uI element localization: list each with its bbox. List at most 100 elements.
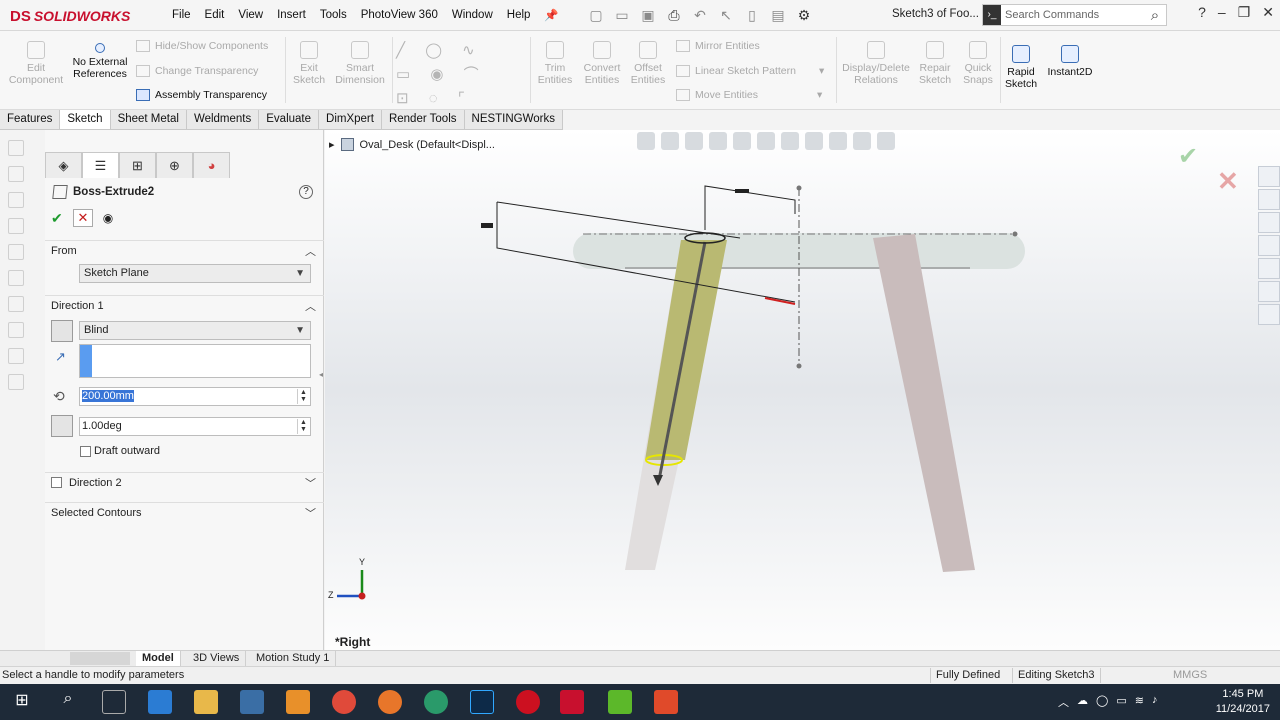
solidworks-taskbar-icon[interactable] [560,690,584,714]
sketch-point[interactable] [1012,231,1018,237]
boundary-boss-icon[interactable] [8,244,24,260]
trim-entities-button[interactable]: Trim Entities [534,41,576,86]
design-library-icon[interactable] [1258,189,1280,210]
firefox-icon[interactable] [378,690,402,714]
wrap-icon[interactable] [8,348,24,364]
menu-edit[interactable]: Edit [198,9,232,21]
change-transparency-button[interactable]: Change Transparency [136,65,258,77]
dimxpert-manager-tab[interactable]: ⊕ [156,152,193,178]
unit-system[interactable]: MMGS [1173,669,1207,681]
tray-app-icon[interactable]: ◯ [1096,694,1108,710]
custom-properties-icon[interactable] [1258,281,1280,302]
help-icon[interactable]: ? [1198,4,1206,21]
clock[interactable]: 1:45 PM 11/24/2017 [1216,687,1270,717]
options-icon[interactable]: ⚙ [793,5,815,25]
tab-scroll-arrows[interactable] [70,652,130,665]
direction-selection-box[interactable] [79,344,311,378]
expand-icon[interactable]: ﹀ [305,505,316,521]
store-icon[interactable] [240,690,264,714]
view-palette-icon[interactable] [1258,235,1280,256]
sketch-line[interactable] [496,201,741,239]
no-external-references-button[interactable]: No External References [70,43,130,80]
quick-snaps-button[interactable]: Quick Snaps [960,41,996,86]
display-manager-tab[interactable]: ◕ [193,152,230,178]
selected-contours-header[interactable]: Selected Contours ﹀ [45,502,324,522]
ok-check-icon[interactable]: ✔ [51,210,67,227]
menu-file[interactable]: File [165,9,198,21]
rib-icon[interactable] [8,322,24,338]
sublime-icon[interactable] [286,690,310,714]
extruded-boss-icon[interactable] [8,140,24,156]
file-explorer-icon[interactable] [1258,212,1280,233]
appearances-icon[interactable] [1258,258,1280,279]
chrome-icon[interactable] [332,690,356,714]
preview-eye-icon[interactable]: ◉ [99,211,117,225]
smart-dimension-button[interactable]: Smart Dimension [332,41,388,86]
help-icon[interactable]: ? [299,185,313,199]
depth-input[interactable]: 200.00mm ▲ ▼ [79,387,311,406]
collapse-icon[interactable]: ︿ [305,298,316,314]
menu-tools[interactable]: Tools [313,9,354,21]
draft-outward-checkbox[interactable] [80,446,91,457]
search-input[interactable]: Search Commands [1001,9,1144,21]
dropdown-arrow-icon[interactable]: ▾ [817,89,822,101]
reverse-direction-icon[interactable] [51,320,73,342]
edge-icon[interactable] [148,690,172,714]
move-entities-button[interactable]: Move Entities ▾ [676,89,822,101]
opera-icon[interactable] [516,690,540,714]
volume-icon[interactable]: ♪ [1152,694,1158,710]
edit-component-button[interactable]: Edit Component [6,41,66,86]
onedrive-icon[interactable]: ☁ [1077,694,1088,710]
rebuild-icon[interactable]: ▯ [741,5,763,25]
file-explorer-icon[interactable] [194,690,218,714]
instant2d-button[interactable]: Instant2D [1043,45,1097,78]
sketch-entities-group[interactable]: ╱ ◯ ∿ ▭ ◉ ⌒ ⊡ ◌ ⌜ [396,39,526,107]
search-commands[interactable]: ›_ Search Commands ⌕ [982,4,1167,26]
collapse-icon[interactable]: ︿ [305,243,316,259]
fillet-icon[interactable] [8,270,24,286]
tab-render-tools[interactable]: Render Tools [382,110,465,129]
display-delete-relations-button[interactable]: Display/Delete Relations [840,41,912,86]
mirror-entities-button[interactable]: Mirror Entities [676,40,760,52]
task-view-icon[interactable] [102,690,126,714]
print-icon[interactable]: ⎙ [663,5,685,25]
swept-boss-icon[interactable] [8,192,24,208]
pin-icon[interactable]: 📌 [537,8,565,22]
dropdown-arrow-icon[interactable]: ▾ [819,65,824,77]
wifi-icon[interactable]: ≋ [1135,694,1144,710]
menu-help[interactable]: Help [500,9,538,21]
tray-box-icon[interactable]: ▭ [1116,694,1126,710]
confirm-ok-icon[interactable]: ✔ [1178,142,1198,171]
photoshop-icon[interactable] [470,690,494,714]
end-condition-select[interactable]: Blind ▼ [79,321,311,340]
expand-icon[interactable]: ﹀ [305,475,316,491]
menu-insert[interactable]: Insert [270,9,313,21]
tab-nestingworks[interactable]: NESTINGWorks [465,110,564,129]
tab-dimxpert[interactable]: DimXpert [319,110,382,129]
restore-button[interactable]: ❐ [1238,4,1251,21]
file-properties-icon[interactable]: ▤ [767,5,789,25]
forum-icon[interactable] [1258,304,1280,325]
windows-start-icon[interactable]: ⊞ [10,690,34,714]
direction2-checkbox[interactable] [51,477,62,488]
camtasia-recorder-icon[interactable] [654,690,678,714]
draft-angle-input[interactable]: 1.00deg ▲ ▼ [79,417,311,436]
graphics-area[interactable]: ▸ Oval_Desk (Default<Displ... ⊟ ⊞ – ❐ ✕ [325,130,1280,650]
configuration-manager-tab[interactable]: ⊞ [119,152,156,178]
depth-spinner[interactable]: ▲ ▼ [297,389,309,404]
tab-features[interactable]: Features [0,110,61,129]
tab-sheet-metal[interactable]: Sheet Metal [111,110,187,129]
select-icon[interactable]: ↖ [715,5,737,25]
menu-view[interactable]: View [231,9,270,21]
menu-photoview[interactable]: PhotoView 360 [354,9,445,21]
convert-entities-button[interactable]: Convert Entities [580,41,624,86]
tab-weldments[interactable]: Weldments [187,110,260,129]
offset-entities-button[interactable]: Offset Entities [628,41,668,86]
undo-icon[interactable]: ↶ [689,5,711,25]
tab-evaluate[interactable]: Evaluate [259,110,320,129]
search-icon[interactable]: ⌕ [1144,7,1166,24]
pattern-icon[interactable] [8,296,24,312]
sketch-point[interactable] [796,185,802,191]
tray-chevron-icon[interactable]: ︿ [1058,694,1069,710]
new-document-icon[interactable]: ▢ [585,5,607,25]
